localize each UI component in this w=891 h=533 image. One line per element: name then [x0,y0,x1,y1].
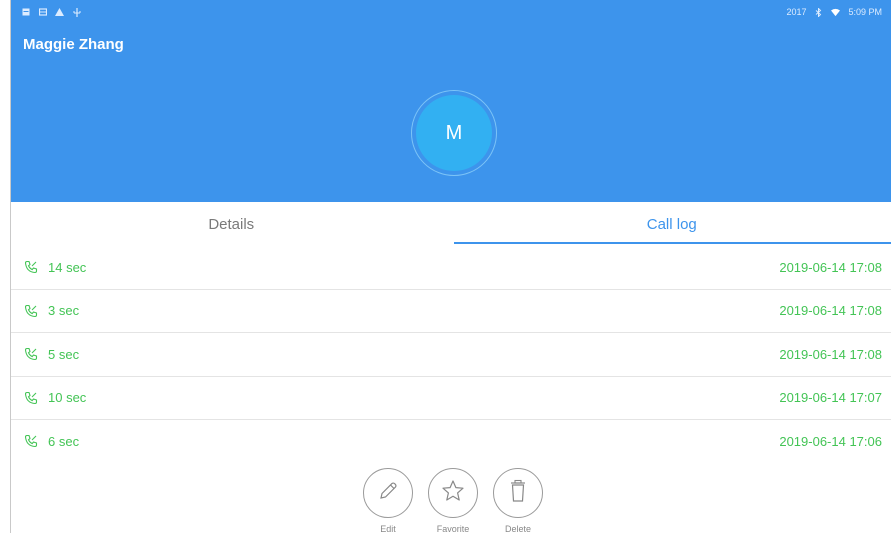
call-timestamp: 2019-06-14 17:06 [779,433,882,449]
incoming-call-icon [23,303,38,318]
call-log-left: 10 sec [23,390,86,405]
tab-bar: Details Call log [11,202,891,246]
call-timestamp: 2019-06-14 17:08 [779,346,882,362]
call-log-row[interactable]: 5 sec 2019-06-14 17:08 [11,333,891,377]
call-log-left: 14 sec [23,260,86,275]
call-duration: 14 sec [48,259,87,275]
contact-detail-screen: 2017 5:09 PM Maggie Zhang M Details Call… [10,0,891,533]
tab-call-log[interactable]: Call log [452,202,891,246]
favorite-button[interactable]: Favorite [428,468,478,533]
call-log-left: 5 sec [23,347,79,362]
call-log-left: 6 sec [23,434,79,449]
status-right: 2017 5:09 PM [786,7,882,17]
edit-button-circle[interactable] [363,468,413,518]
contact-header: 2017 5:09 PM Maggie Zhang M [11,0,891,202]
bluetooth-icon [814,7,823,17]
favorite-label: Favorite [436,524,470,533]
favorite-button-circle[interactable] [428,468,478,518]
avatar-ring: M [411,90,497,176]
pencil-icon [376,479,400,508]
call-timestamp: 2019-06-14 17:08 [779,303,882,319]
call-duration: 5 sec [48,346,80,362]
call-log-left: 3 sec [23,303,79,318]
trash-icon [506,478,530,509]
edit-button[interactable]: Edit [363,468,413,533]
contact-actions: Edit Favorite Delete [363,468,543,533]
status-time: 5:09 PM [848,7,882,17]
wifi-icon [831,8,841,17]
incoming-call-icon [23,434,38,449]
call-log-list: 14 sec 2019-06-14 17:08 3 sec 2019-06-14… [11,246,891,450]
notification-icon [21,8,30,17]
call-duration: 10 sec [48,390,87,406]
edit-label: Edit [380,524,396,533]
status-bar: 2017 5:09 PM [11,0,891,24]
call-timestamp: 2019-06-14 17:07 [779,390,882,406]
warning-icon [55,8,64,17]
call-log-row[interactable]: 10 sec 2019-06-14 17:07 [11,377,891,420]
incoming-call-icon [23,390,38,405]
message-icon [38,8,47,17]
delete-button[interactable]: Delete [493,468,543,533]
tab-details[interactable]: Details [11,202,452,246]
status-year: 2017 [786,7,807,17]
call-log-row[interactable]: 3 sec 2019-06-14 17:08 [11,290,891,333]
delete-button-circle[interactable] [493,468,543,518]
incoming-call-icon [23,260,38,275]
incoming-call-icon [23,347,38,362]
usb-icon [72,7,81,17]
call-log-row[interactable]: 6 sec 2019-06-14 17:06 [11,420,891,450]
call-duration: 3 sec [48,303,80,319]
avatar: M [416,95,492,171]
call-log-row[interactable]: 14 sec 2019-06-14 17:08 [11,246,891,290]
star-icon [440,478,466,509]
contact-name: Maggie Zhang [23,36,124,53]
call-timestamp: 2019-06-14 17:08 [779,259,882,275]
call-duration: 6 sec [48,433,80,449]
status-left [21,7,81,17]
delete-label: Delete [504,524,531,533]
